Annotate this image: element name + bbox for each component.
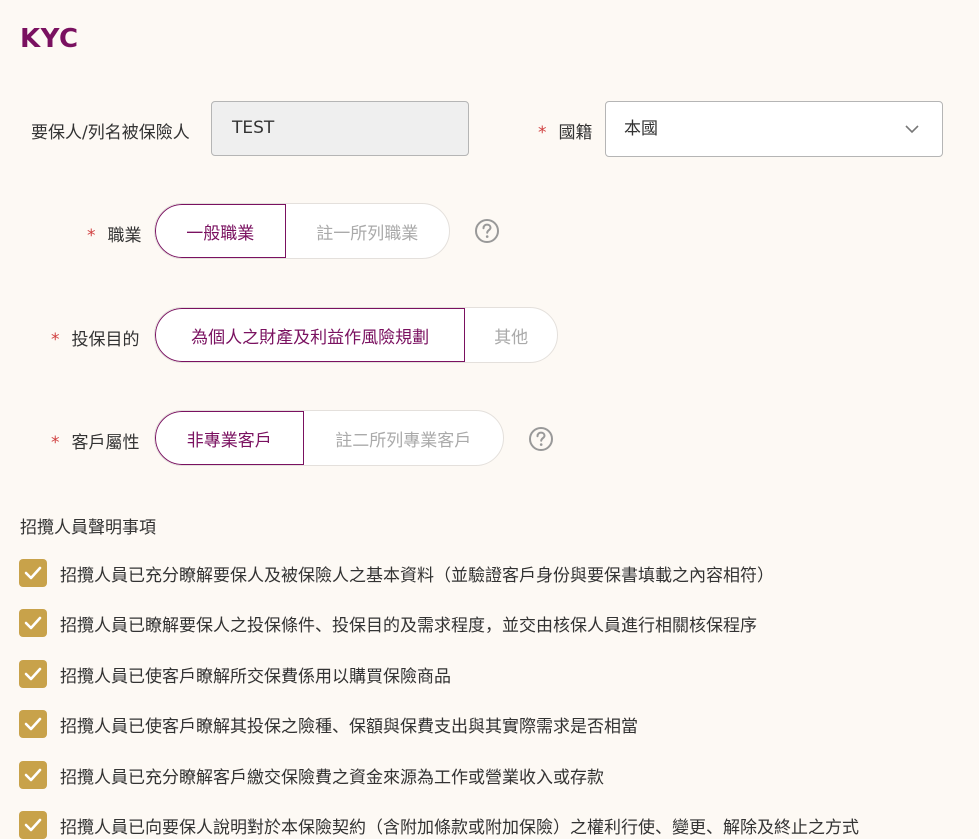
declaration-item[interactable]: 招攬人員已充分瞭解要保人及被保險人之基本資料（並驗證客戶身份與要保書填載之內容相…	[19, 559, 774, 587]
checkmark-icon	[24, 616, 42, 630]
question-circle-icon[interactable]	[474, 218, 500, 244]
declaration-item[interactable]: 招攬人員已瞭解要保人之投保條件、投保目的及需求程度，並交由核保人員進行相關核保程…	[19, 609, 757, 637]
checkmark-icon	[24, 818, 42, 832]
nationality-label-text: 國籍	[558, 123, 593, 143]
nationality-select[interactable]: 本國	[605, 101, 943, 157]
occupation-option-listed[interactable]: 註一所列職業	[286, 204, 449, 258]
customer-type-option-professional[interactable]: 註二所列專業客戶	[304, 411, 503, 465]
purpose-option-other[interactable]: 其他	[465, 308, 557, 362]
declaration-text: 招攬人員已瞭解要保人之投保條件、投保目的及需求程度，並交由核保人員進行相關核保程…	[60, 615, 757, 636]
declaration-text: 招攬人員已充分瞭解客戶繳交保險費之資金來源為工作或營業收入或存款	[60, 767, 604, 788]
declaration-item[interactable]: 招攬人員已向要保人說明對於本保險契約（含附加條款或附加保險）之權利行使、變更、解…	[19, 811, 859, 839]
occupation-label-text: 職業	[107, 226, 142, 246]
declaration-item[interactable]: 招攬人員已使客戶瞭解其投保之險種、保額與保費支出與其實際需求是否相當	[19, 710, 638, 738]
declaration-checkbox[interactable]	[19, 811, 47, 839]
question-circle-icon[interactable]	[528, 426, 554, 452]
applicant-field: TEST	[211, 101, 469, 156]
customer-type-label: * 客戶屬性	[51, 428, 140, 453]
declaration-text: 招攬人員已充分瞭解要保人及被保險人之基本資料（並驗證客戶身份與要保書填載之內容相…	[60, 565, 774, 586]
purpose-toggle[interactable]: 為個人之財產及利益作風險規劃 其他	[154, 307, 558, 363]
customer-type-toggle[interactable]: 非專業客戶 註二所列專業客戶	[154, 410, 504, 466]
chevron-down-icon	[905, 125, 919, 134]
occupation-option-general[interactable]: 一般職業	[155, 204, 286, 258]
page-title: KYC	[20, 24, 79, 54]
checkmark-icon	[24, 667, 42, 681]
checkmark-icon	[24, 768, 42, 782]
declaration-checkbox[interactable]	[19, 559, 47, 587]
occupation-label: * 職業	[87, 221, 142, 246]
nationality-value: 本國	[624, 119, 658, 139]
declaration-text: 招攬人員已使客戶瞭解其投保之險種、保額與保費支出與其實際需求是否相當	[60, 716, 638, 737]
declaration-item[interactable]: 招攬人員已使客戶瞭解所交保費係用以購買保險商品	[19, 660, 451, 688]
required-mark: *	[51, 433, 60, 453]
purpose-label: * 投保目的	[51, 325, 140, 350]
purpose-option-risk-planning[interactable]: 為個人之財產及利益作風險規劃	[155, 308, 466, 362]
declaration-checkbox[interactable]	[19, 710, 47, 738]
required-mark: *	[51, 330, 60, 350]
checkmark-icon	[24, 717, 42, 731]
purpose-label-text: 投保目的	[71, 330, 140, 350]
applicant-label: 要保人/列名被保險人	[31, 123, 190, 143]
declaration-text: 招攬人員已向要保人說明對於本保險契約（含附加條款或附加保險）之權利行使、變更、解…	[60, 817, 859, 838]
declaration-item[interactable]: 招攬人員已充分瞭解客戶繳交保險費之資金來源為工作或營業收入或存款	[19, 761, 604, 789]
customer-type-option-non-professional[interactable]: 非專業客戶	[155, 411, 304, 465]
declaration-checkbox[interactable]	[19, 761, 47, 789]
checkmark-icon	[24, 566, 42, 580]
declaration-checkbox[interactable]	[19, 609, 47, 637]
declaration-checkbox[interactable]	[19, 660, 47, 688]
occupation-toggle[interactable]: 一般職業 註一所列職業	[154, 203, 450, 259]
required-mark: *	[538, 123, 547, 143]
nationality-label: * 國籍	[538, 118, 593, 143]
customer-type-label-text: 客戶屬性	[71, 433, 140, 453]
declaration-text: 招攬人員已使客戶瞭解所交保費係用以購買保險商品	[60, 666, 451, 687]
declarations-title: 招攬人員聲明事項	[20, 518, 156, 538]
required-mark: *	[87, 226, 96, 246]
